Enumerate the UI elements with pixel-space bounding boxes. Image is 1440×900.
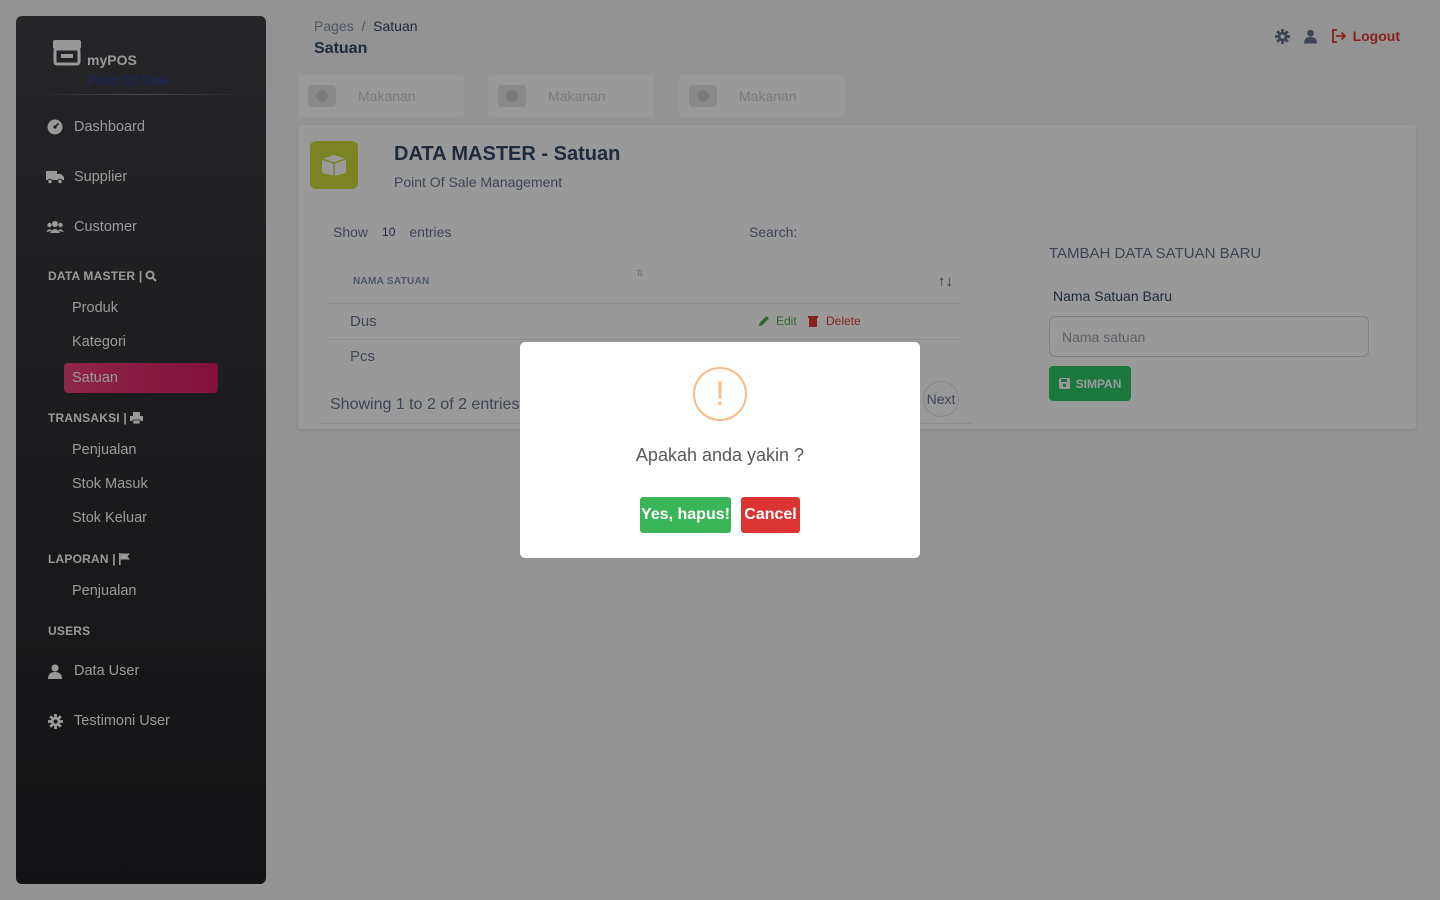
cancel-button[interactable]: Cancel [741,497,800,533]
warning-icon: ! [693,367,747,421]
confirm-delete-button[interactable]: Yes, hapus! [640,497,731,533]
confirm-message: Apakah anda yakin ? [635,445,805,465]
confirm-dialog: ! Apakah anda yakin ? Yes, hapus! Cancel [520,342,920,558]
